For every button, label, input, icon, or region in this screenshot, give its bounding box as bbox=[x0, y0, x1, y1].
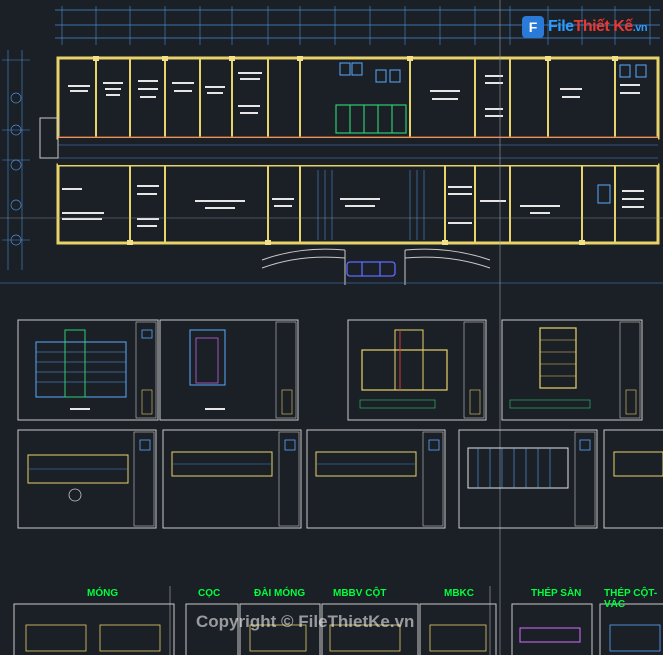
label-mbkc: MBKC bbox=[444, 588, 474, 599]
sheet-plan-1 bbox=[17, 429, 157, 529]
label-coc: CỌC bbox=[198, 588, 221, 599]
sheet-row-2 bbox=[17, 429, 663, 529]
stair-core bbox=[335, 104, 407, 134]
sheet-section-2 bbox=[501, 319, 643, 421]
top-room-walls bbox=[95, 58, 616, 138]
sheet-plan-5 bbox=[603, 429, 663, 529]
sheet-plan-4 bbox=[458, 429, 598, 529]
label-thep-cot: THÉP CỘT-VÁC bbox=[604, 588, 658, 610]
entrance-canopy bbox=[261, 248, 491, 285]
sheet-plan-2 bbox=[162, 429, 302, 529]
copyright-watermark: Copyright © FileThietKe.vn bbox=[196, 612, 415, 631]
logo-word-vn: .vn bbox=[632, 22, 648, 34]
label-mbbv-cot: MBBV CỘT bbox=[333, 588, 387, 599]
logo-mark-icon: F bbox=[522, 16, 544, 38]
label-mong: MÓNG bbox=[87, 588, 119, 599]
corridor bbox=[58, 138, 658, 165]
filethietke-logo[interactable]: F FileThiết Kế.vn bbox=[522, 12, 650, 42]
label-thep-san: THÉP SÀN bbox=[531, 588, 582, 599]
sheet-section-1 bbox=[347, 319, 487, 421]
cad-drawing-svg bbox=[0, 0, 663, 655]
car-symbol bbox=[346, 261, 396, 277]
grid-bubbles bbox=[10, 92, 22, 246]
left-entrance bbox=[39, 117, 59, 159]
sheet-elevation-1 bbox=[17, 319, 159, 421]
logo-word-thietke: Thiết Kế bbox=[573, 18, 634, 35]
logo-wordmark: FileThiết Kế.vn bbox=[548, 18, 648, 36]
bottom-room-walls bbox=[129, 165, 616, 243]
label-dai-mong: ĐÀI MÓNG bbox=[254, 588, 306, 599]
sheet-row-1 bbox=[17, 319, 643, 421]
slab-rebar-highlight bbox=[519, 627, 581, 643]
sheet-elevation-2 bbox=[159, 319, 299, 421]
column-rebar-block bbox=[609, 624, 661, 652]
sheet-plan-3 bbox=[306, 429, 446, 529]
cad-drawing-canvas[interactable]: MÓNG CỌC ĐÀI MÓNG MBBV CỘT MBKC THÉP SÀN… bbox=[0, 0, 663, 655]
logo-word-file: File bbox=[548, 18, 574, 35]
